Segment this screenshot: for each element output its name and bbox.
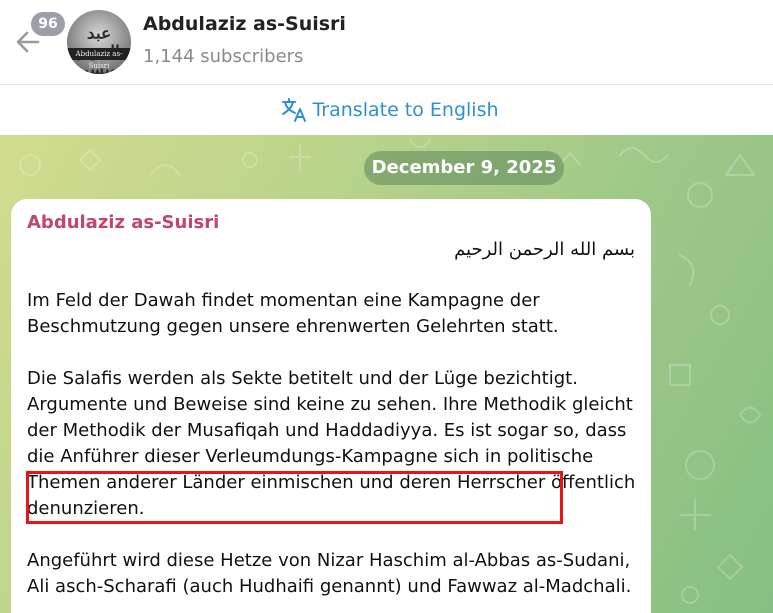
- avatar-logo-band: Abdulaziz as-Suisri: [67, 48, 131, 70]
- translate-icon: [282, 98, 307, 122]
- red-highlight-box: [26, 471, 563, 524]
- chat-header: 96 عبد العزيز السويسري Abdulaziz as-Suis…: [0, 0, 773, 84]
- channel-title[interactable]: Abdulaziz as-Suisri: [143, 13, 346, 35]
- translate-label[interactable]: Translate to English: [312, 99, 498, 121]
- date-separator: December 9, 2025: [364, 151, 564, 185]
- subscriber-count: 1,144 subscribers: [143, 46, 304, 67]
- chat-area[interactable]: December 9, 2025 Abdulaziz as-Suisri بسم…: [0, 135, 773, 613]
- message-bubble[interactable]: Abdulaziz as-Suisri بسم الله الرحمن الرح…: [11, 199, 651, 613]
- channel-avatar[interactable]: عبد العزيز السويسري Abdulaziz as-Suisri: [67, 10, 131, 74]
- message-paragraph-1: Im Feld der Dawah findet momentan eine K…: [27, 290, 559, 337]
- unread-count-badge: 96: [31, 12, 65, 36]
- message-sender[interactable]: Abdulaziz as-Suisri: [27, 212, 219, 233]
- message-paragraph-3: Angeführt wird diese Hetze von Nizar Has…: [27, 550, 632, 597]
- message-basmala: بسم الله الرحمن الرحيم: [454, 239, 635, 260]
- translate-bar[interactable]: Translate to English: [0, 85, 773, 135]
